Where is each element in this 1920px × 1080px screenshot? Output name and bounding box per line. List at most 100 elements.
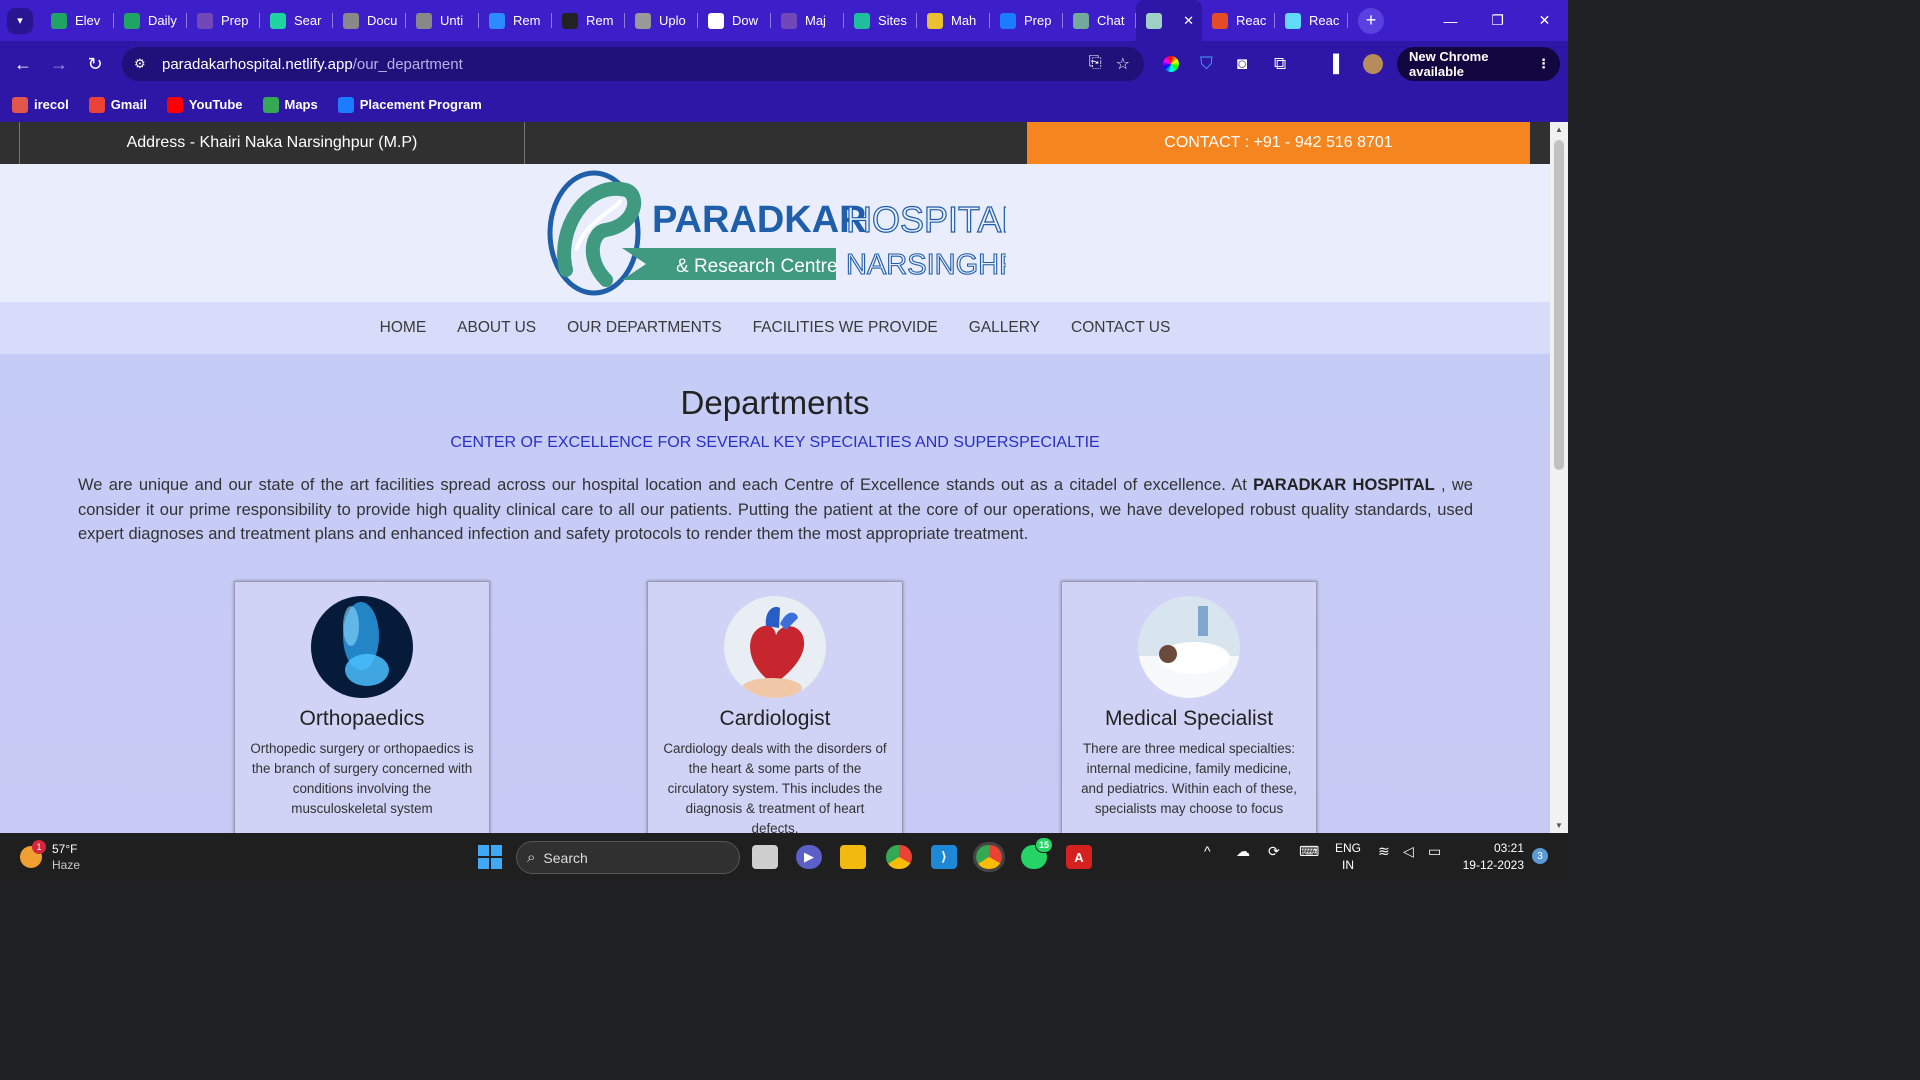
acrobat-icon[interactable]: A	[1066, 845, 1092, 869]
browser-tab[interactable]: Reac	[1275, 0, 1348, 41]
onedrive-icon[interactable]: ☁	[1236, 843, 1250, 860]
browser-tab[interactable]: Sear	[260, 0, 333, 41]
new-chrome-label: New Chrome available	[1409, 49, 1489, 79]
volume-icon[interactable]: ◁	[1403, 843, 1414, 860]
browser-tab[interactable]: Unti	[406, 0, 479, 41]
browser-tab[interactable]: Elev	[41, 0, 114, 41]
department-card-orthopaedics[interactable]: Orthopaedics Orthopedic surgery or ortho…	[234, 581, 490, 833]
extensions-puzzle-icon[interactable]: ⧉	[1274, 47, 1286, 81]
browser-tab[interactable]: ✕	[1136, 0, 1202, 41]
bookmark-item[interactable]: Maps	[262, 96, 318, 113]
tab-label: Mah	[951, 13, 977, 28]
weather-widget[interactable]: 1 57°F Haze	[20, 840, 80, 873]
notification-count[interactable]: 3	[1532, 848, 1548, 864]
vscode-icon[interactable]: ⟩	[931, 845, 957, 869]
new-chrome-available-button[interactable]: New Chrome available ⋮	[1397, 47, 1560, 81]
nav-link[interactable]: FACILITIES WE PROVIDE	[753, 319, 938, 337]
reload-button[interactable]: ↻	[77, 46, 113, 82]
browser-tab[interactable]: Reac	[1202, 0, 1275, 41]
sheets-icon	[51, 12, 67, 29]
language-indicator[interactable]: ENG IN	[1333, 840, 1363, 874]
taskbar-search[interactable]: ⌕ Search	[516, 841, 740, 874]
bookmark-item[interactable]: Gmail	[88, 96, 147, 113]
card-title: Orthopaedics	[299, 707, 425, 730]
search-icon: ⌕	[527, 849, 536, 866]
globe-icon	[343, 12, 359, 29]
new-tab-button[interactable]: +	[1358, 7, 1384, 34]
close-tab-icon[interactable]: ✕	[1183, 13, 1194, 29]
scroll-thumb[interactable]	[1554, 140, 1564, 470]
address-bar[interactable]: ⚙ paradakarhospital.netlify.app/our_depa…	[122, 47, 1144, 81]
sync-icon[interactable]: ⟳	[1268, 843, 1280, 860]
chrome-active-icon[interactable]	[973, 842, 1005, 872]
bookmark-item[interactable]: irecol	[12, 96, 69, 113]
intro-hospital-name: PARADKAR HOSPITAL	[1253, 476, 1435, 494]
bookmark-item[interactable]: Placement Program	[337, 96, 482, 113]
tab-label: Docu	[367, 13, 398, 28]
task-view-icon[interactable]	[752, 845, 778, 869]
department-card-medical-specialist[interactable]: Medical Specialist There are three medic…	[1061, 581, 1317, 833]
tab-label: Elev	[75, 13, 101, 28]
browser-tab[interactable]: Prep	[187, 0, 260, 41]
start-button[interactable]	[478, 845, 502, 869]
bookmark-star-icon[interactable]: ☆	[1116, 54, 1130, 74]
battery-icon[interactable]: ▭	[1428, 843, 1441, 860]
page-scrollbar[interactable]: ▲ ▼	[1550, 122, 1568, 833]
browser-tab[interactable]: Chat	[1063, 0, 1136, 41]
hospital-icon	[1146, 12, 1162, 29]
close-window-button[interactable]: ✕	[1521, 0, 1568, 41]
more-menu-icon[interactable]: ⋮	[1537, 56, 1550, 72]
minimize-button[interactable]: —	[1427, 0, 1474, 41]
camera-extension-icon[interactable]: ◙	[1237, 47, 1247, 81]
install-app-icon[interactable]: ⎘	[1089, 54, 1102, 74]
nav-link[interactable]: HOME	[380, 319, 427, 337]
system-clock[interactable]: 03:21 19-12-2023	[1458, 840, 1524, 874]
forward-button[interactable]: →	[41, 46, 77, 82]
download-icon	[708, 12, 724, 29]
browser-tab[interactable]: Maj	[771, 0, 844, 41]
color-picker-extension-icon[interactable]	[1163, 47, 1179, 81]
wifi-icon[interactable]: ≋	[1378, 843, 1390, 860]
tab-label: Daily	[148, 13, 177, 28]
profile-avatar[interactable]	[1363, 47, 1383, 81]
windows-taskbar: 1 57°F Haze ⌕ Search ▶ ⟩ 15 A ^ ☁ ⟳ ⌨ EN…	[0, 833, 1568, 882]
browser-tab[interactable]: Prep	[990, 0, 1063, 41]
paradkar-logo[interactable]: PARADKAR HOSPITAL & Research Centre NARS…	[546, 170, 1006, 296]
browser-tab[interactable]: Rem	[552, 0, 625, 41]
teams-chat-icon[interactable]: ▶	[796, 845, 822, 869]
browser-tab[interactable]: Uplo	[625, 0, 698, 41]
card-title: Cardiologist	[719, 707, 831, 730]
nav-link[interactable]: ABOUT US	[457, 319, 536, 337]
nav-link[interactable]: GALLERY	[969, 319, 1040, 337]
site-info-icon[interactable]: ⚙	[134, 56, 150, 72]
browser-tab[interactable]: Daily	[114, 0, 187, 41]
browser-tab[interactable]: Sites	[844, 0, 917, 41]
browser-tab[interactable]: Mah	[917, 0, 990, 41]
smile-icon	[927, 12, 943, 29]
bookmark-item[interactable]: YouTube	[166, 96, 243, 113]
tab-search-button[interactable]: ▾	[7, 7, 33, 34]
chrome-icon[interactable]	[886, 845, 912, 869]
back-button[interactable]: ←	[5, 46, 41, 82]
window-controls: — ❐ ✕	[1427, 0, 1568, 41]
heart-model-image	[724, 596, 826, 698]
browser-tab[interactable]: Dow	[698, 0, 771, 41]
shield-extension-icon[interactable]: ⛉	[1200, 47, 1213, 81]
browser-tab[interactable]: Rem	[479, 0, 552, 41]
scroll-up-arrow-icon[interactable]: ▲	[1555, 125, 1563, 134]
keyboard-icon[interactable]: ⌨	[1299, 843, 1319, 860]
whatsapp-icon[interactable]: 15	[1021, 837, 1053, 869]
department-card-cardiologist[interactable]: Cardiologist Cardiology deals with the d…	[647, 581, 903, 833]
side-panel-icon[interactable]: ▐	[1327, 47, 1339, 81]
tab-label: Sear	[294, 13, 322, 28]
nav-link[interactable]: OUR DEPARTMENTS	[567, 319, 721, 337]
file-explorer-icon[interactable]	[840, 845, 866, 869]
nav-link[interactable]: CONTACT US	[1071, 319, 1170, 337]
scroll-down-arrow-icon[interactable]: ▼	[1555, 821, 1563, 830]
contact-strip[interactable]: CONTACT : +91 - 942 516 8701	[1027, 122, 1530, 164]
tab-label: Chat	[1097, 13, 1125, 28]
restore-button[interactable]: ❐	[1474, 0, 1521, 41]
browser-tab[interactable]: Docu	[333, 0, 406, 41]
tray-chevron-icon[interactable]: ^	[1204, 843, 1211, 859]
forms-icon	[781, 12, 797, 29]
